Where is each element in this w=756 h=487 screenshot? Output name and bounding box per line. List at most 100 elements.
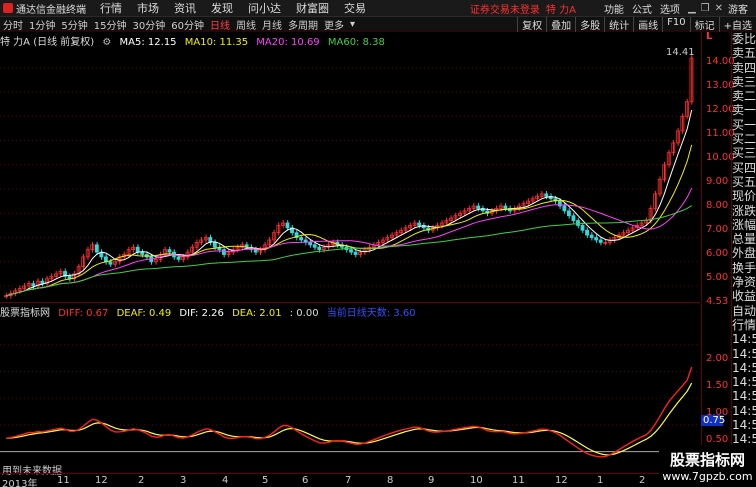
candle-body: [176, 256, 181, 260]
tool-diejia[interactable]: 叠加: [546, 16, 575, 32]
quote-panel-row: 卖四: [732, 60, 756, 75]
candle-body: [594, 237, 599, 241]
restore-icon[interactable]: ❐: [701, 3, 710, 14]
quote-panel-row: 卖三: [732, 74, 756, 89]
period-5min[interactable]: 5分钟: [58, 17, 90, 32]
candle-body: [31, 283, 36, 287]
quote-panel-row: 14:5: [732, 403, 756, 418]
candle-body: [308, 241, 313, 246]
menu-caifuquan[interactable]: 财富圈: [296, 0, 329, 16]
date-tick: 2013年: [2, 479, 38, 487]
date-tick: 9: [428, 475, 435, 486]
quote-panel-row: 买五: [732, 174, 756, 189]
date-tick: 6: [302, 475, 309, 486]
ma20-line: [6, 187, 693, 297]
candle-body: [544, 193, 549, 197]
menu-jiaoyi[interactable]: 交易: [344, 0, 366, 16]
pane-divider: [0, 302, 700, 303]
quote-panel-row: 卖五: [732, 46, 756, 61]
period-1min[interactable]: 1分钟: [26, 17, 58, 32]
quote-panel-row: 14:5: [732, 389, 756, 404]
quote-panel-row: 涨幅: [732, 217, 756, 232]
date-axis: 2013年 11 12 2 3 4 5 6 7 8 9 10 11 12 1 2: [0, 473, 700, 487]
tool-biaoji[interactable]: 标记: [689, 16, 719, 32]
candle-body: [317, 246, 322, 251]
candle-body: [566, 210, 571, 217]
date-tick: 11: [512, 475, 525, 486]
period-60min[interactable]: 60分钟: [168, 17, 207, 32]
quote-panel-row: 14:5: [732, 360, 756, 375]
period-30min[interactable]: 30分钟: [129, 17, 168, 32]
quote-panel-row: 14:5: [732, 332, 756, 347]
dropdown-icon[interactable]: ▾: [347, 19, 358, 30]
dif-line: [6, 366, 693, 458]
current-stock-name: 特 力A: [545, 4, 576, 16]
menu-gongneng[interactable]: 功能: [604, 1, 624, 16]
date-tick: 11: [57, 475, 70, 486]
quote-panel: 委比 卖五 卖四 卖三 卖二 卖一 买一 买二 买三 买四 买五 现价 涨跌 涨幅 总量 外盘 换手 净资 收益 自动…: [731, 32, 756, 487]
candle-body: [557, 200, 562, 207]
app-name: 通达信金融终端: [16, 4, 86, 16]
candle-body: [349, 249, 353, 253]
menu-xuanxiang[interactable]: 选项: [660, 1, 680, 16]
title-bar: 通达信金融终端 行情 市场 资讯 发现 问小达 财富圈 交易 证券交易未登录 特…: [0, 0, 756, 17]
candle-body: [312, 244, 317, 248]
quote-panel-row: 委比: [732, 32, 756, 46]
quote-panel-row: 14:5: [732, 375, 756, 390]
tool-fuquan[interactable]: 复权: [517, 16, 546, 32]
indicator-chart[interactable]: [0, 318, 700, 473]
minimize-icon[interactable]: ▁: [688, 3, 696, 14]
menu-wenxiaoda[interactable]: 问小达: [248, 0, 281, 16]
candle-body: [299, 237, 304, 241]
period-fenshi[interactable]: 分时: [0, 17, 26, 32]
quote-panel-row: 行情: [732, 317, 756, 332]
indicator-tick: 0.50: [706, 434, 729, 445]
quote-panel-row: 买三: [732, 146, 756, 161]
watermark: 股票指标网 www.7gpzb.com: [659, 445, 756, 487]
guest-label[interactable]: 游客: [728, 1, 748, 16]
quote-panel-row: 总量: [732, 232, 756, 247]
menu-gongshi[interactable]: 公式: [632, 1, 652, 16]
period-toolbar: 分时 1分钟 5分钟 15分钟 30分钟 60分钟 日线 周线 月线 多周期 更…: [0, 16, 756, 32]
candle-body: [503, 205, 508, 209]
period-weekly[interactable]: 周线: [233, 17, 259, 32]
menu-hangqing[interactable]: 行情: [100, 0, 122, 16]
tool-f10[interactable]: F10: [662, 16, 689, 32]
period-more[interactable]: 更多: [321, 17, 347, 32]
period-15min[interactable]: 15分钟: [91, 17, 130, 32]
ma10-line: [6, 144, 693, 297]
tool-duogu[interactable]: 多股: [575, 16, 604, 32]
tool-zixuan[interactable]: +自选: [718, 16, 756, 32]
date-tick: 5: [262, 475, 269, 486]
watermark-title: 股票指标网: [669, 451, 745, 469]
candle-body: [576, 220, 580, 226]
price-top-mark: L: [706, 31, 713, 42]
menu-faxian[interactable]: 发现: [211, 0, 233, 16]
login-notice[interactable]: 证券交易未登录: [470, 1, 540, 16]
candle-body: [476, 205, 481, 209]
close-icon[interactable]: ✕: [715, 3, 723, 14]
quote-panel-row: 买一: [732, 117, 756, 132]
candlestick-chart[interactable]: [0, 46, 700, 303]
candle-body: [589, 234, 594, 238]
quote-panel-row: 净资: [732, 275, 756, 290]
quote-panel-row: 现价: [732, 189, 756, 204]
tool-tongji[interactable]: 统计: [604, 16, 633, 32]
candle-body: [598, 239, 603, 243]
indicator-info-line: 股票指标网 DIFF: 0.67 DEAF: 0.49 DIF: 2.26 DE…: [0, 304, 421, 319]
indicator-tick: 1.50: [706, 380, 729, 391]
period-monthly[interactable]: 月线: [259, 17, 285, 32]
chart-toolbar: 复权 叠加 多股 统计 画线 F10 标记 +自选: [517, 16, 756, 32]
tool-huaxian[interactable]: 画线: [633, 16, 662, 32]
candle-body: [108, 261, 113, 265]
candle-body: [212, 241, 217, 248]
period-daily[interactable]: 日线: [207, 17, 233, 32]
menu-shichang[interactable]: 市场: [137, 0, 159, 16]
dea-line: [6, 382, 693, 456]
menu-zixun[interactable]: 资讯: [174, 0, 196, 16]
period-multi[interactable]: 多周期: [285, 17, 321, 32]
quote-panel-row: 卖一: [732, 103, 756, 118]
candle-body: [253, 249, 258, 253]
price-tick: 6.00: [706, 248, 729, 259]
quote-panel-row: 14:5: [732, 346, 756, 361]
